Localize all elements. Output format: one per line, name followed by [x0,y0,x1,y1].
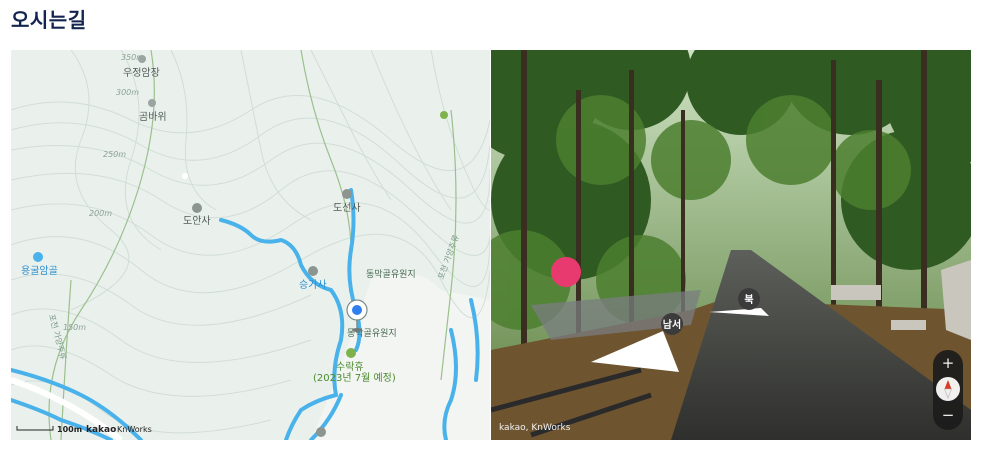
spot-icon [182,173,188,179]
roadview-image[interactable]: 북 남서 kakao, KnWorks [491,50,971,440]
zoom-in-button[interactable]: + [933,350,963,376]
roadview-credit: kakao, KnWorks [499,423,571,433]
contour-label: 200m [89,209,112,218]
temple-icon [342,189,352,199]
page-title: 오시는길 [11,8,87,32]
kakao-logo: kakao [86,425,116,435]
roadview-zoom-control: + − [933,350,963,430]
compass-icon[interactable] [936,377,960,401]
map-canvas[interactable]: 350m 300m 250m 200m 150m 포천 가양주류 포천 가양주류… [11,50,490,440]
contour-label: 150m [63,323,86,332]
roadview-panel[interactable]: 북 남서 kakao, KnWorks + − [491,50,971,440]
contour-label: 250m [103,150,126,159]
place-label-doseonsa[interactable]: 도선사 [333,202,361,214]
temple-icon [308,266,318,276]
zoom-out-button[interactable]: − [933,402,963,428]
place-label-suraghyu-note: (2023년 7월 예정) [313,372,396,384]
place-label-ujeongamjang[interactable]: 우정암장 [123,67,160,79]
peak-icon [148,99,156,107]
place-label-seunggasa[interactable]: 승가사 [299,279,327,291]
place-label-gombawi[interactable]: 곰바위 [139,110,167,123]
place-label-doansa[interactable]: 도안사 [183,215,211,227]
peak-icon [138,55,146,63]
cave-icon [33,252,43,262]
place-label-yonggulamgol[interactable]: 용굴암골 [21,265,58,277]
scale-label: 100m [57,425,82,434]
tree-icon [440,111,448,119]
park-icon [346,348,356,358]
direction-label-southwest[interactable]: 남서 [663,318,681,331]
place-label-dongmakgol-top[interactable]: 동막골유원지 [366,269,416,280]
kakao-map[interactable]: 350m 300m 250m 200m 150m 포천 가양주류 포천 가양주류… [11,50,490,440]
place-label-suraghyu[interactable]: 수락휴 [336,361,364,373]
map-credit: KnWorks [117,425,152,434]
direction-label-north[interactable]: 북 [744,294,753,306]
lantern-icon [551,257,581,287]
contour-label: 300m [116,88,139,97]
temple-icon [192,203,202,213]
temple-icon [316,427,326,437]
